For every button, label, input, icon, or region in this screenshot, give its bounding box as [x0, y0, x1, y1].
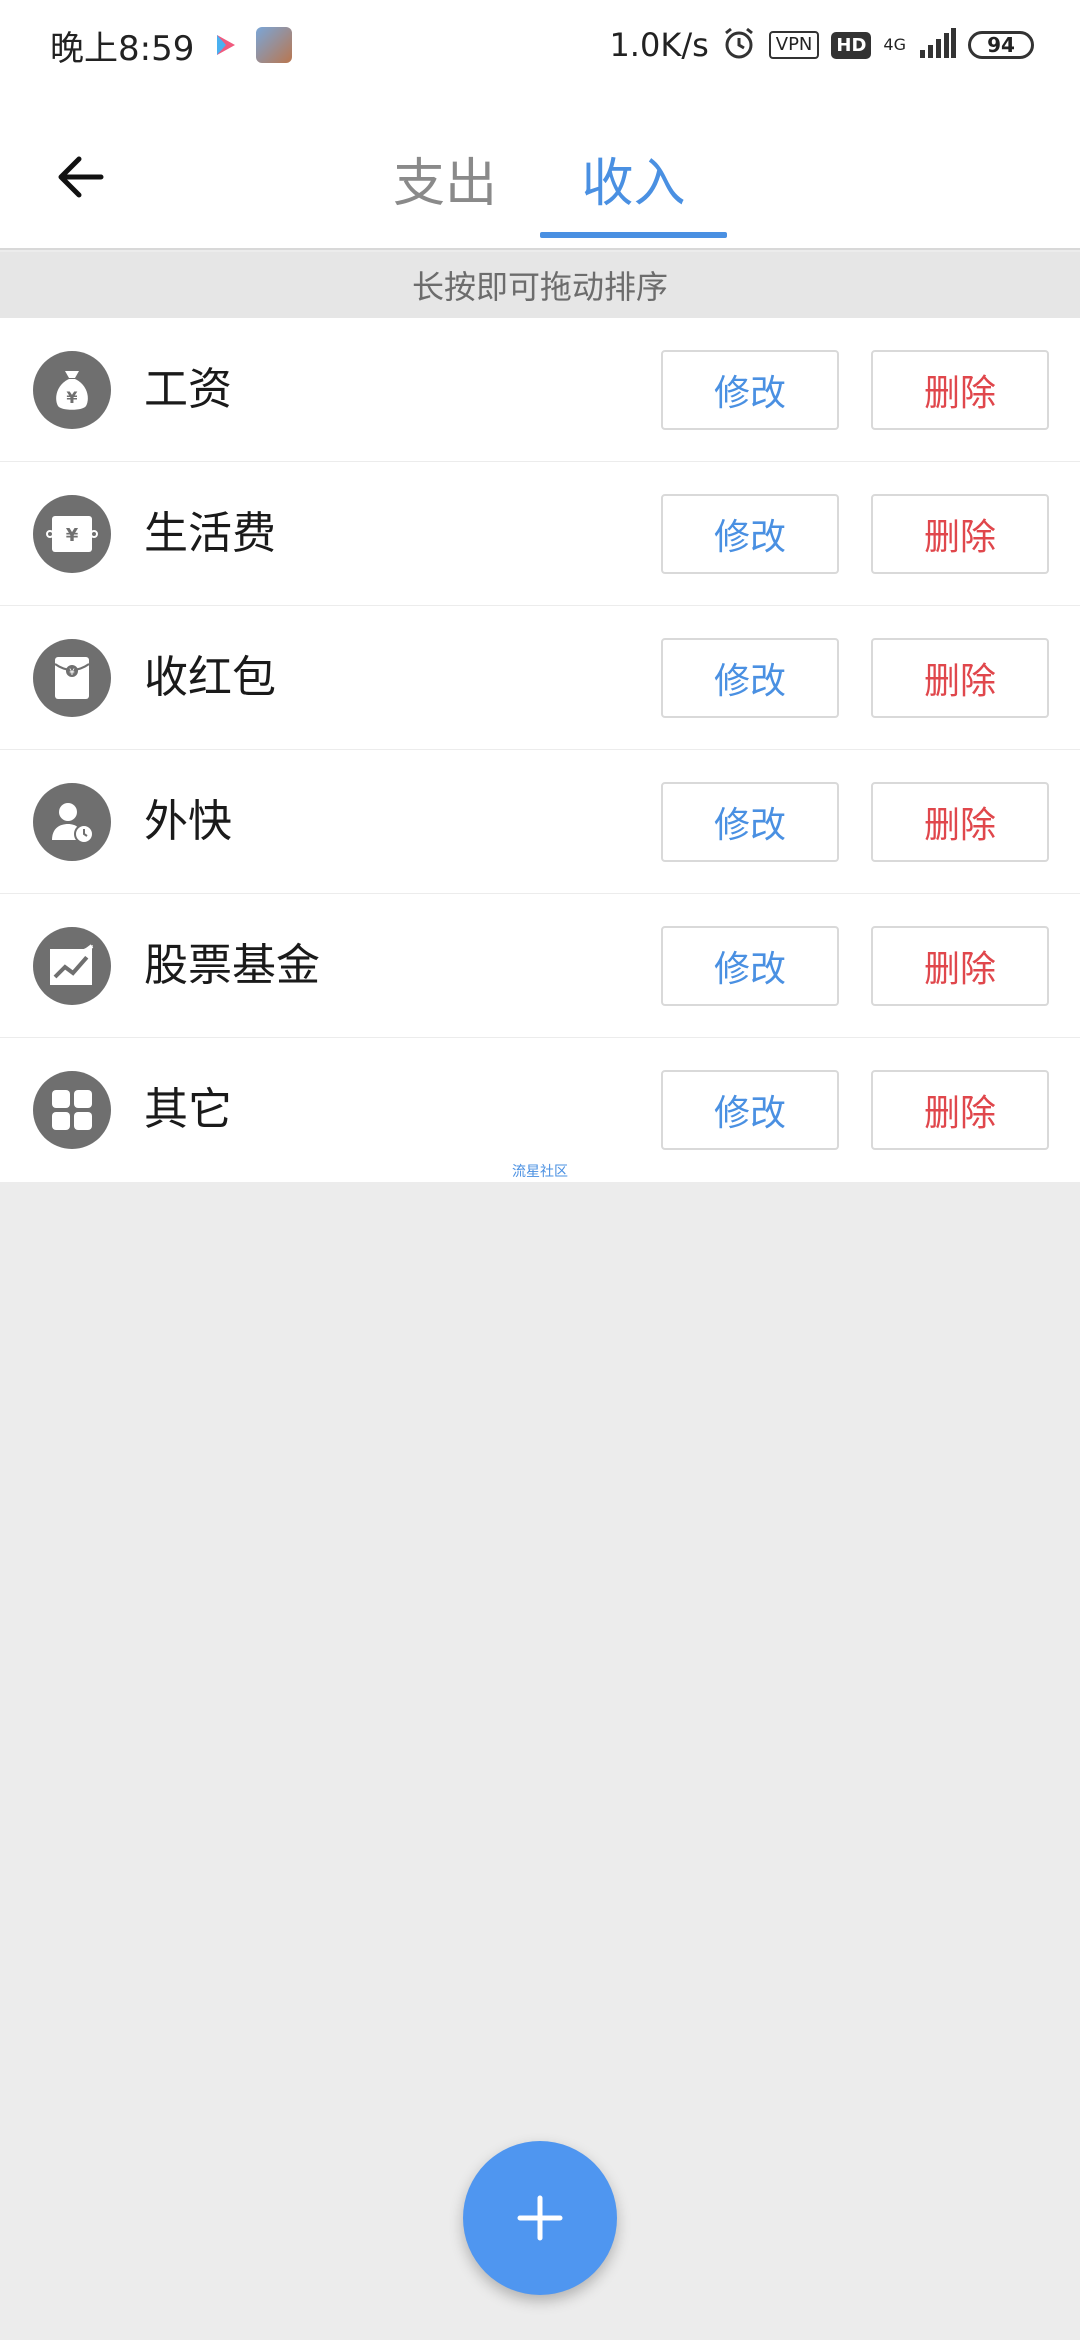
- red-packet-icon: ¥: [33, 639, 111, 717]
- list-item[interactable]: ¥ 收红包 修改 删除: [0, 606, 1080, 750]
- screen: 晚上8:59 1.0K/s VPN HD 4G 94 支出 收入 长按即可拖动排…: [0, 0, 1080, 2340]
- hd-badge: HD: [831, 31, 872, 59]
- category-label: 外快: [144, 796, 232, 847]
- video-app-icon: [208, 28, 243, 62]
- battery-icon: 94: [968, 31, 1034, 59]
- top-bar: 支出 收入: [0, 90, 1080, 250]
- edit-button[interactable]: 修改: [661, 638, 839, 718]
- category-label: 股票基金: [144, 940, 320, 991]
- stock-chart-icon: [33, 927, 111, 1005]
- delete-button[interactable]: 删除: [871, 494, 1049, 574]
- back-button[interactable]: [40, 140, 120, 214]
- list-item[interactable]: 股票基金 修改 删除: [0, 894, 1080, 1038]
- arrow-left-icon: [58, 156, 104, 198]
- list-item[interactable]: 外快 修改 删除: [0, 750, 1080, 894]
- banknote-icon: ¥: [33, 495, 111, 573]
- status-bar: 晚上8:59 1.0K/s VPN HD 4G 94: [0, 0, 1080, 90]
- category-list: ¥ 工资 修改 删除 ¥ 生活费 修改 删除 ¥ 收红包 修改 删除 外快 修改…: [0, 318, 1080, 1182]
- svg-text:¥: ¥: [66, 525, 79, 546]
- money-bag-icon: ¥: [33, 351, 111, 429]
- plus-icon: [517, 2195, 563, 2241]
- delete-button[interactable]: 删除: [871, 782, 1049, 862]
- avatar-app-icon: [256, 27, 293, 63]
- tab-income[interactable]: 收入: [540, 138, 727, 218]
- svg-text:¥: ¥: [66, 388, 77, 407]
- category-label: 收红包: [144, 652, 276, 703]
- status-right: 1.0K/s VPN HD 4G 94: [609, 25, 1034, 65]
- network-type: 4G: [883, 35, 906, 54]
- delete-button[interactable]: 删除: [871, 638, 1049, 718]
- delete-button[interactable]: 删除: [871, 350, 1049, 430]
- list-item[interactable]: ¥ 工资 修改 删除: [0, 318, 1080, 462]
- category-label: 生活费: [144, 508, 276, 559]
- list-item[interactable]: ¥ 生活费 修改 删除: [0, 462, 1080, 606]
- delete-button[interactable]: 删除: [871, 1070, 1049, 1150]
- status-left: 晚上8:59: [50, 21, 293, 70]
- svg-text:¥: ¥: [69, 668, 75, 678]
- grid-icon: [33, 1071, 111, 1149]
- edit-button[interactable]: 修改: [661, 926, 839, 1006]
- signal-icon: [918, 28, 956, 62]
- edit-button[interactable]: 修改: [661, 1070, 839, 1150]
- edit-button[interactable]: 修改: [661, 350, 839, 430]
- vpn-badge: VPN: [768, 31, 820, 59]
- active-tab-indicator: [540, 232, 727, 238]
- edit-button[interactable]: 修改: [661, 782, 839, 862]
- alarm-icon: [721, 25, 757, 65]
- person-clock-icon: [33, 783, 111, 861]
- network-label: 4G: [883, 35, 906, 54]
- status-time: 晚上8:59: [50, 28, 195, 69]
- category-label: 工资: [144, 364, 232, 415]
- category-label: 其它: [144, 1084, 232, 1135]
- add-category-button[interactable]: [463, 2141, 617, 2295]
- drag-sort-hint: 长按即可拖动排序: [0, 252, 1080, 318]
- net-speed: 1.0K/s: [609, 26, 709, 64]
- edit-button[interactable]: 修改: [661, 494, 839, 574]
- delete-button[interactable]: 删除: [871, 926, 1049, 1006]
- watermark: 流星社区: [512, 1164, 568, 1180]
- tab-expense[interactable]: 支出: [390, 138, 500, 218]
